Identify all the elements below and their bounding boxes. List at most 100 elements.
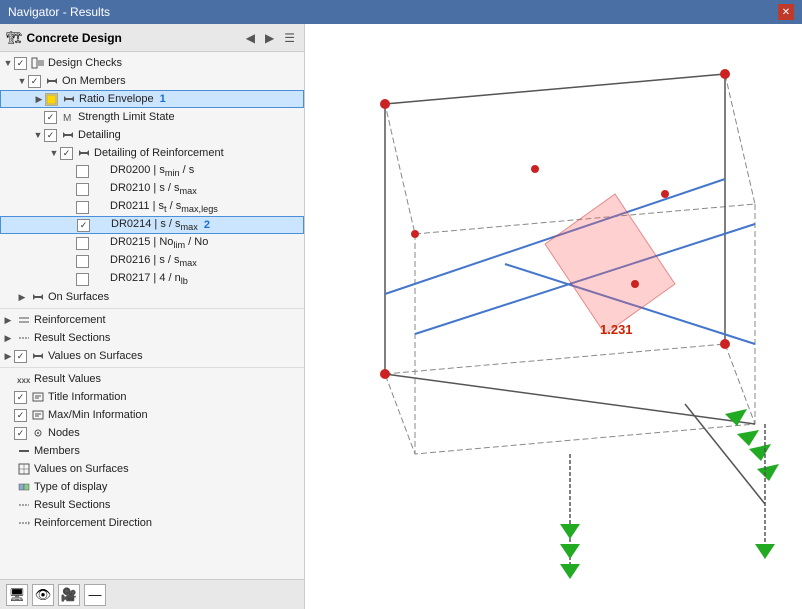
prev-button[interactable]: ◀ <box>243 30 258 46</box>
checkbox-dr0216[interactable] <box>76 255 89 268</box>
label-ratio-envelope: Ratio Envelope <box>79 93 154 105</box>
label-on-members: On Members <box>62 75 126 87</box>
right-panel: 1.231 <box>305 24 802 609</box>
checkbox-dr0214[interactable] <box>77 219 90 232</box>
tree-item-values-surfaces[interactable]: ▶ Values on Surfaces <box>0 347 304 365</box>
label-dr0215: DR0215 | Nolim / No <box>110 236 208 250</box>
label-strength-limit: Strength Limit State <box>78 111 175 123</box>
viewport-3d: 1.231 <box>305 24 802 609</box>
icon-members-bottom <box>16 443 32 459</box>
panel-header: 🏗 Concrete Design ◀ ▶ ☰ <box>0 24 304 52</box>
title-bar: Navigator - Results ✕ <box>0 0 802 24</box>
label-on-surfaces: On Surfaces <box>48 291 109 303</box>
close-button[interactable]: ✕ <box>778 4 794 20</box>
checkbox-dr0215[interactable] <box>76 237 89 250</box>
tree-item-on-members[interactable]: ▼ On Members <box>0 72 304 90</box>
tree-item-values-surfaces2[interactable]: Values on Surfaces <box>0 460 304 478</box>
tree-item-detailing-reinf[interactable]: ▼ Detailing of Reinforcement <box>0 144 304 162</box>
expand-on-surfaces[interactable]: ▶ <box>16 292 28 303</box>
checkbox-detailing[interactable] <box>44 129 57 142</box>
expand-ratio-envelope[interactable]: ▶ <box>33 94 45 105</box>
tree-item-result-sections2[interactable]: Result Sections <box>0 496 304 514</box>
tree-item-dr0217[interactable]: DR0217 | 4 / nlb <box>0 270 304 288</box>
checkbox-dr0211[interactable] <box>76 201 89 214</box>
divider-2 <box>0 367 304 368</box>
tree-item-result-sections[interactable]: ▶ Result Sections <box>0 329 304 347</box>
tree-item-detailing[interactable]: ▼ Detailing <box>0 126 304 144</box>
expand-on-members[interactable]: ▼ <box>16 76 28 86</box>
icon-result-sections2 <box>16 497 32 513</box>
icon-on-members <box>44 73 60 89</box>
checkbox-nodes[interactable] <box>14 427 27 440</box>
icon-detailing <box>60 127 76 143</box>
expand-detailing[interactable]: ▼ <box>32 130 44 140</box>
toolbar-btn-eye[interactable]: 👁 <box>32 584 54 606</box>
label-values-surfaces: Values on Surfaces <box>48 350 143 362</box>
label-members-bottom: Members <box>34 445 80 457</box>
tree-item-on-surfaces[interactable]: ▶ On Surfaces <box>0 288 304 306</box>
tree-item-members-bottom[interactable]: Members <box>0 442 304 460</box>
tree-item-maxmin-info[interactable]: Max/Min Information <box>0 406 304 424</box>
checkbox-strength-limit[interactable] <box>44 111 57 124</box>
expand-detailing-reinf[interactable]: ▼ <box>48 148 60 158</box>
icon-type-display <box>16 479 32 495</box>
checkbox-values-surfaces[interactable] <box>14 350 27 363</box>
label-detailing-reinf: Detailing of Reinforcement <box>94 147 224 159</box>
label-detailing: Detailing <box>78 129 121 141</box>
number-dr0214: 2 <box>204 219 210 231</box>
checkbox-design-checks[interactable] <box>14 57 27 70</box>
checkbox-dr0217[interactable] <box>76 273 89 286</box>
tree-item-dr0200[interactable]: DR0200 | smin / s <box>0 162 304 180</box>
checkbox-maxmin-info[interactable] <box>14 409 27 422</box>
toolbar-btn-camera[interactable]: 🎥 <box>58 584 80 606</box>
divider-1 <box>0 308 304 309</box>
tree-item-dr0216[interactable]: DR0216 | s / smax <box>0 252 304 270</box>
checkbox-dr0210[interactable] <box>76 183 89 196</box>
icon-dr0215 <box>92 235 108 251</box>
svg-text:xxx: xxx <box>17 376 31 385</box>
tree-item-design-checks[interactable]: ▼ Design Checks <box>0 54 304 72</box>
tree-item-dr0210[interactable]: DR0210 | s / smax <box>0 180 304 198</box>
tree-item-dr0215[interactable]: DR0215 | Nolim / No <box>0 234 304 252</box>
icon-ratio-envelope <box>61 91 77 107</box>
expand-result-sections[interactable]: ▶ <box>2 333 14 344</box>
tree-item-reinf-direction[interactable]: Reinforcement Direction <box>0 514 304 532</box>
checkbox-on-members[interactable] <box>28 75 41 88</box>
checkbox-detailing-reinf[interactable] <box>60 147 73 160</box>
checkbox-title-info[interactable] <box>14 391 27 404</box>
icon-result-values: xxx <box>16 371 32 387</box>
svg-text:M: M <box>63 113 71 124</box>
window-title: Navigator - Results <box>8 5 110 19</box>
expand-reinforcement[interactable]: ▶ <box>2 315 14 326</box>
left-panel: 🏗 Concrete Design ◀ ▶ ☰ ▼ Design Checks … <box>0 24 305 609</box>
label-dr0214: DR0214 | s / smax <box>111 218 198 232</box>
toolbar-btn-screen[interactable]: 🖥 <box>6 584 28 606</box>
tree-item-reinforcement[interactable]: ▶ Reinforcement <box>0 311 304 329</box>
toolbar-btn-line[interactable]: — <box>84 584 106 606</box>
tree-item-nodes[interactable]: Nodes <box>0 424 304 442</box>
icon-reinf-direction <box>16 515 32 531</box>
tree-item-dr0214[interactable]: DR0214 | s / smax 2 <box>0 216 304 234</box>
next-button[interactable]: ▶ <box>262 30 277 46</box>
expand-design-checks[interactable]: ▼ <box>2 58 14 68</box>
tree-item-type-display[interactable]: Type of display <box>0 478 304 496</box>
expand-values-surfaces[interactable]: ▶ <box>2 351 14 362</box>
icon-dr0216 <box>92 253 108 269</box>
tree-item-dr0211[interactable]: DR0211 | st / smax,legs <box>0 198 304 216</box>
tree-container[interactable]: ▼ Design Checks ▼ On Members ▶ <box>0 52 304 579</box>
label-result-sections2: Result Sections <box>34 499 110 511</box>
tree-item-strength-limit[interactable]: M Strength Limit State <box>0 108 304 126</box>
icon-title-info <box>30 389 46 405</box>
label-dr0211: DR0211 | st / smax,legs <box>110 200 218 214</box>
menu-button[interactable]: ☰ <box>281 30 298 46</box>
label-dr0200: DR0200 | smin / s <box>110 164 194 178</box>
icon-dr0214 <box>93 217 109 233</box>
tree-item-ratio-envelope[interactable]: ▶ Ratio Envelope 1 <box>0 90 304 108</box>
3d-scene: 1.231 <box>305 24 802 609</box>
label-result-values: Result Values <box>34 373 101 385</box>
tree-item-result-values[interactable]: xxx Result Values <box>0 370 304 388</box>
checkbox-dr0200[interactable] <box>76 165 89 178</box>
checkbox-ratio-envelope[interactable] <box>45 93 58 106</box>
tree-item-title-info[interactable]: Title Information <box>0 388 304 406</box>
icon-dr0200 <box>92 163 108 179</box>
